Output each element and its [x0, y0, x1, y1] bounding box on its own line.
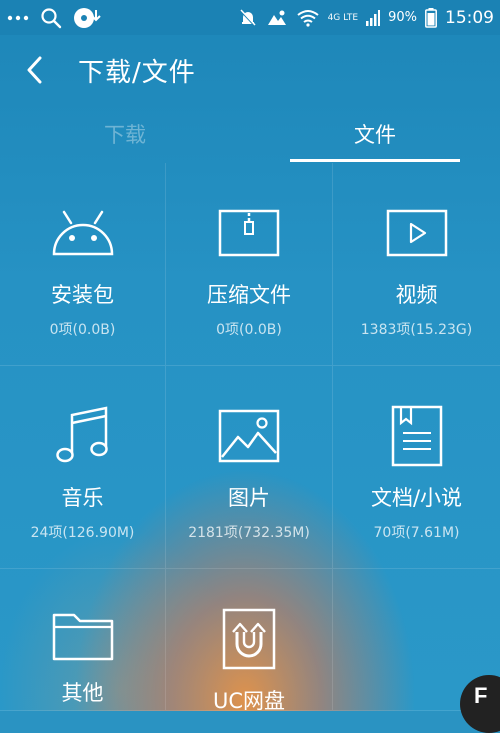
signal-icon [366, 9, 381, 26]
disc-download-icon [72, 6, 102, 30]
category-meta: 24项(126.90M) [30, 525, 135, 541]
category-meta: 1383项(15.23G) [360, 322, 473, 338]
page-title: 下载/文件 [78, 57, 196, 88]
category-document[interactable]: 文档/小说 70项(7.61M) [333, 366, 500, 569]
active-tab-indicator [290, 159, 460, 162]
category-label: 安装包 [51, 283, 114, 307]
category-image[interactable]: 图片 2181项(732.35M) [166, 366, 333, 569]
category-other[interactable]: 其他 [0, 569, 166, 711]
back-button[interactable] [25, 56, 53, 84]
category-label: 其他 [61, 681, 104, 705]
document-icon [382, 405, 452, 467]
tab-downloads[interactable]: 下载 [0, 105, 250, 163]
uc-cloud-icon [214, 608, 284, 670]
app-header: 下载/文件 [0, 35, 500, 105]
tab-bar: 下载 文件 [0, 105, 500, 163]
category-label: 视频 [395, 283, 438, 307]
music-icon [48, 406, 118, 466]
image-icon [214, 406, 284, 466]
category-video[interactable]: 视频 1383项(15.23G) [333, 163, 500, 366]
category-uc-cloud[interactable]: UC网盘 [166, 569, 333, 713]
category-music[interactable]: 音乐 24项(126.90M) [0, 366, 166, 569]
badge-glyph-icon: F [474, 683, 488, 708]
weather-cloud-icon [266, 9, 288, 27]
category-label: 图片 [228, 486, 270, 510]
tab-files[interactable]: 文件 [250, 105, 500, 163]
wifi-icon [296, 9, 320, 27]
clock: 15:09 [445, 7, 494, 28]
tab-label: 文件 [354, 123, 396, 147]
zip-icon [214, 203, 284, 263]
status-bar: 4G LTE 90% 15:09 [0, 0, 500, 35]
search-icon [40, 7, 62, 29]
tab-label: 下载 [104, 123, 146, 147]
battery-icon [425, 7, 437, 28]
more-dots-icon [6, 14, 30, 22]
category-meta: 0项(0.0B) [216, 322, 282, 338]
category-label: 压缩文件 [207, 283, 291, 307]
category-apk[interactable]: 安装包 0项(0.0B) [0, 163, 166, 366]
battery-percent: 90% [388, 10, 417, 25]
category-meta: 0项(0.0B) [49, 322, 116, 338]
file-category-grid: 安装包 0项(0.0B) 压缩文件 0项(0.0B) 视频 1383项(15.2… [0, 163, 500, 713]
category-label: 音乐 [61, 486, 104, 510]
category-zip[interactable]: 压缩文件 0项(0.0B) [166, 163, 333, 366]
android-icon [48, 203, 118, 263]
chevron-left-icon [27, 56, 42, 84]
folder-icon [48, 609, 118, 661]
category-meta: 2181项(732.35M) [188, 525, 310, 541]
category-label: 文档/小说 [370, 486, 463, 510]
video-icon [382, 203, 452, 263]
lte-indicator: 4G LTE [327, 12, 359, 23]
mute-bell-icon [238, 8, 258, 28]
category-meta: 70项(7.61M) [373, 525, 460, 541]
